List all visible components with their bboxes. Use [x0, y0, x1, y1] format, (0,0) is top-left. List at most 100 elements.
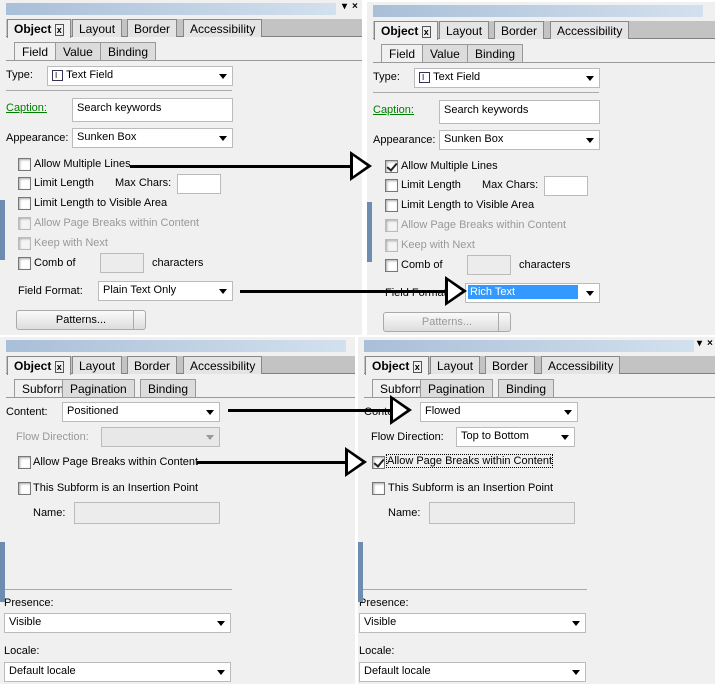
patterns-button[interactable]: Patterns...: [16, 310, 146, 330]
presence-select[interactable]: Visible: [4, 613, 231, 633]
content-select[interactable]: Positioned: [62, 402, 220, 422]
caption-link[interactable]: Caption:: [373, 104, 414, 116]
side-handle[interactable]: [0, 542, 5, 602]
name-input[interactable]: [74, 502, 220, 524]
insertion-point-checkbox[interactable]: [18, 482, 31, 495]
side-handle[interactable]: [0, 200, 5, 260]
tab-accessibility[interactable]: Accessibility: [183, 356, 263, 374]
limit-visible-checkbox[interactable]: [18, 197, 31, 210]
field-format-select[interactable]: Plain Text Only: [98, 281, 233, 301]
comb-chars-input[interactable]: [467, 255, 511, 275]
side-handle[interactable]: [358, 542, 363, 602]
flow-direction-select[interactable]: [101, 427, 220, 447]
type-label: Type:: [6, 69, 33, 81]
subtab-value[interactable]: Value: [55, 42, 101, 60]
tab-border[interactable]: Border: [127, 356, 178, 374]
divider: [359, 589, 587, 590]
chevron-down-icon: [206, 435, 214, 440]
allow-page-breaks-checkbox[interactable]: [18, 217, 31, 230]
flow-direction-select[interactable]: Top to Bottom: [456, 427, 575, 447]
close-tab-icon[interactable]: x: [421, 26, 431, 38]
keep-with-next-checkbox[interactable]: [385, 239, 398, 252]
limit-visible-checkbox[interactable]: [385, 199, 398, 212]
comb-chars-input[interactable]: [100, 253, 144, 273]
close-tab-icon[interactable]: x: [412, 361, 422, 373]
caption-link[interactable]: Caption:: [6, 102, 47, 114]
chevron-down-icon[interactable]: [498, 313, 510, 331]
allow-page-breaks-checkbox[interactable]: [372, 456, 385, 469]
allow-multiple-lines-label: Allow Multiple Lines: [34, 158, 131, 170]
name-label: Name:: [388, 507, 421, 519]
tab-label: Object: [372, 359, 410, 373]
locale-select[interactable]: Default locale: [4, 662, 231, 682]
caption-input[interactable]: Search keywords: [72, 98, 233, 122]
comb-of-checkbox[interactable]: [18, 257, 31, 270]
limit-length-checkbox[interactable]: [385, 179, 398, 192]
subtab-pagination[interactable]: Pagination: [62, 379, 135, 397]
subtab-field[interactable]: Field: [14, 42, 57, 60]
tab-label: Object: [14, 359, 52, 373]
close-icon[interactable]: ×: [707, 338, 713, 349]
close-tab-icon[interactable]: x: [54, 24, 64, 36]
type-select[interactable]: I Text Field: [47, 66, 233, 86]
panel-title-bar[interactable]: [364, 340, 694, 352]
comb-of-checkbox[interactable]: [385, 259, 398, 272]
tab-layout[interactable]: Layout: [72, 19, 123, 37]
subtab-field[interactable]: Field: [381, 44, 424, 62]
appearance-select[interactable]: Sunken Box: [72, 128, 233, 148]
max-chars-input[interactable]: [177, 174, 221, 194]
tab-layout[interactable]: Layout: [430, 356, 481, 374]
allow-page-breaks-checkbox[interactable]: [385, 219, 398, 232]
tab-layout[interactable]: Layout: [72, 356, 123, 374]
appearance-select[interactable]: Sunken Box: [439, 130, 600, 150]
caption-input[interactable]: Search keywords: [439, 100, 600, 124]
subtab-pagination[interactable]: Pagination: [420, 379, 493, 397]
limit-length-checkbox[interactable]: [18, 177, 31, 190]
subtab-binding[interactable]: Binding: [498, 379, 555, 397]
allow-multiple-lines-checkbox[interactable]: [385, 160, 398, 173]
tab-layout[interactable]: Layout: [439, 21, 490, 39]
chevron-down-icon: [219, 289, 227, 294]
tab-border[interactable]: Border: [485, 356, 536, 374]
subtab-binding[interactable]: Binding: [467, 44, 524, 62]
type-select[interactable]: I Text Field: [414, 68, 600, 88]
chevron-down-icon: [219, 136, 227, 141]
tab-object[interactable]: Object x: [365, 356, 429, 375]
tab-accessibility[interactable]: Accessibility: [550, 21, 630, 39]
close-tab-icon[interactable]: x: [54, 361, 64, 373]
content-select[interactable]: Flowed: [420, 402, 578, 422]
tab-accessibility[interactable]: Accessibility: [541, 356, 621, 374]
chevron-down-icon[interactable]: [133, 311, 145, 329]
presence-select[interactable]: Visible: [359, 613, 586, 633]
allow-multiple-lines-checkbox[interactable]: [18, 158, 31, 171]
tab-accessibility[interactable]: Accessibility: [183, 19, 263, 37]
subtab-binding[interactable]: Binding: [100, 42, 157, 60]
keep-with-next-checkbox[interactable]: [18, 237, 31, 250]
tab-object[interactable]: Object x: [7, 356, 71, 375]
panel-title-bar[interactable]: [373, 5, 703, 17]
tab-object[interactable]: Object x: [374, 21, 438, 40]
allow-page-breaks-checkbox[interactable]: [18, 456, 31, 469]
allow-page-breaks-label: Allow Page Breaks within Content: [401, 219, 567, 231]
locale-select[interactable]: Default locale: [359, 662, 586, 682]
side-handle[interactable]: [367, 202, 372, 262]
max-chars-input[interactable]: [544, 176, 588, 196]
allow-page-breaks-label: Allow Page Breaks within Content: [33, 456, 199, 468]
insertion-point-checkbox[interactable]: [372, 482, 385, 495]
panel-menu-icon[interactable]: ▾: [697, 338, 702, 349]
divider: [6, 90, 232, 91]
patterns-button[interactable]: Patterns...: [383, 312, 511, 332]
text-field-icon: I: [52, 70, 64, 81]
tab-border[interactable]: Border: [494, 21, 545, 39]
field-format-select[interactable]: Rich Text: [465, 283, 600, 303]
text-field-icon: I: [419, 72, 431, 83]
close-icon[interactable]: ×: [352, 1, 358, 12]
tab-object[interactable]: Object x: [7, 19, 71, 38]
tab-border[interactable]: Border: [127, 19, 178, 37]
panel-title-bar[interactable]: [6, 3, 336, 15]
panel-menu-icon[interactable]: ▾: [342, 1, 347, 12]
name-input[interactable]: [429, 502, 575, 524]
subtab-value[interactable]: Value: [422, 44, 468, 62]
subtab-binding[interactable]: Binding: [140, 379, 197, 397]
panel-title-bar[interactable]: [6, 340, 346, 352]
